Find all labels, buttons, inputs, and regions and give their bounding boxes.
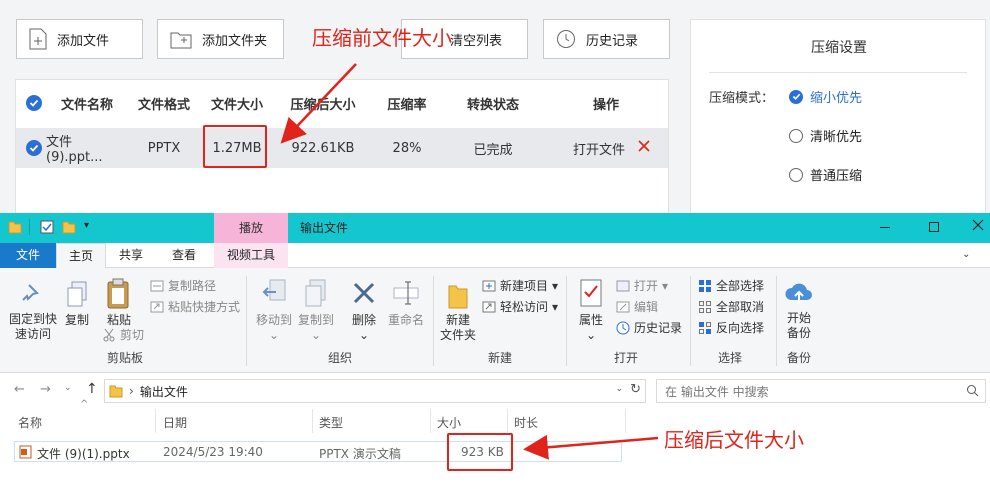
- arrow-to-before-size: [280, 63, 357, 144]
- annotation-after: 压缩后文件大小: [664, 428, 804, 452]
- annotation-before: 压缩前文件大小: [312, 26, 452, 50]
- arrow-to-after-size: [523, 434, 659, 460]
- annotation-arrows: [280, 63, 659, 460]
